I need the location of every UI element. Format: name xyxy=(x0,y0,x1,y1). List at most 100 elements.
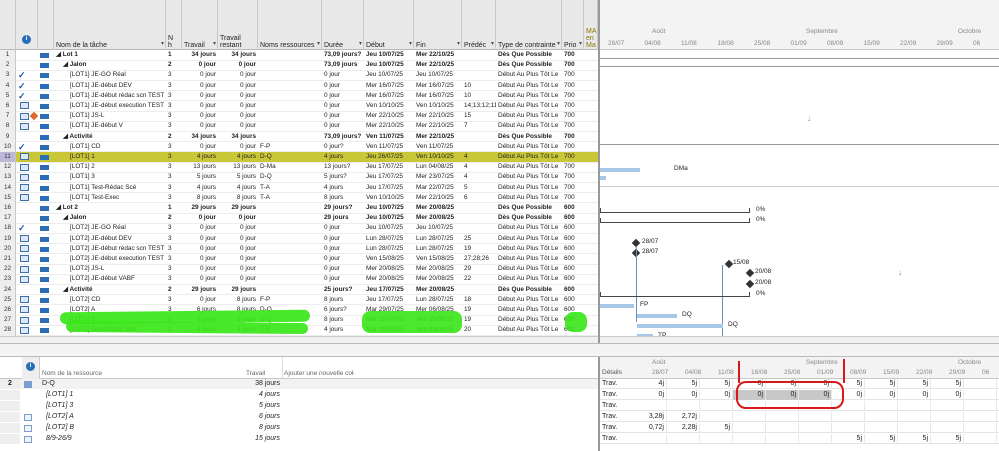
task-cell-work[interactable]: 0 jour xyxy=(182,81,218,92)
task-cell-n[interactable]: 2 xyxy=(166,213,182,224)
task-cell-fin[interactable]: Ven 10/10/25 xyxy=(414,152,462,163)
task-cell-id[interactable]: 16 xyxy=(0,203,16,214)
task-cell-cons[interactable]: Début Au Plus Tôt Le xyxy=(496,91,562,102)
task-cell-fin[interactable]: Mer 16/07/25 xyxy=(414,81,462,92)
task-cell-dur[interactable]: 0 jour xyxy=(322,101,364,112)
task-cell-res[interactable] xyxy=(258,101,322,112)
task-cell-n[interactable]: 3 xyxy=(166,111,182,122)
task-cell-cons[interactable]: Début Au Plus Tôt Le xyxy=(496,162,562,173)
task-row[interactable]: 11 [LOT1] 134 jours 4 jours D-Q 4 jours Jeu 2… xyxy=(0,152,598,163)
column-header-priority[interactable]: Prio ▾ xyxy=(562,0,584,50)
task-cell-res[interactable]: T-A xyxy=(258,193,322,204)
task-cell-cons[interactable]: Début Au Plus Tôt Le xyxy=(496,81,562,92)
usage-cell[interactable]: 5j xyxy=(931,379,964,390)
resource-name[interactable]: [LOT1] 1 xyxy=(46,390,236,400)
task-cell-res[interactable] xyxy=(258,223,322,234)
task-cell-ma[interactable] xyxy=(584,81,598,92)
task-cell-name[interactable]: [LOT1] JE-début execution TEST xyxy=(54,101,166,112)
task-cell-id[interactable]: 11 xyxy=(0,152,16,163)
task-cell-res[interactable] xyxy=(258,91,322,102)
task-cell-cons[interactable]: Dès Que Possible xyxy=(496,60,562,71)
task-cell-work[interactable]: 0 jour xyxy=(182,244,218,255)
task-row[interactable]: 6 [LOT1] JE-début execution TEST 3 0 jour 0 … xyxy=(0,101,598,112)
task-row[interactable]: 7 [LOT1] JS-L 3 0 jour 0 jour 0 jour Mer 22/10… xyxy=(0,111,598,122)
task-cell-rem[interactable]: 5 jours xyxy=(218,172,258,183)
task-row[interactable]: 25 [LOT2] CD 3 0 jour 8 jours F-P 8 jours Jeu 1… xyxy=(0,294,598,306)
task-row[interactable]: 20 [LOT2] JE-début rédac scn TEST 3 0 jour 0… xyxy=(0,243,598,255)
task-cell-fin[interactable]: Mer 20/08/25 xyxy=(414,213,462,224)
task-cell-cons[interactable]: Début Au Plus Tôt Le xyxy=(496,111,562,122)
task-cell-name[interactable]: [LOT1] JE-début rédac scn TEST xyxy=(54,91,166,102)
task-cell-id[interactable]: 26 xyxy=(0,305,16,316)
usage-cell[interactable] xyxy=(931,412,964,423)
task-cell-prio[interactable]: 600 xyxy=(562,203,584,214)
task-cell-n[interactable]: 3 xyxy=(166,81,182,92)
task-cell-name[interactable]: [LOT1] JE-GO Réal xyxy=(54,70,166,81)
task-cell-ma[interactable] xyxy=(584,121,598,132)
task-cell-start[interactable]: Ven 10/10/25 xyxy=(364,101,414,112)
column-header-resources[interactable]: Noms ressources ▾ xyxy=(258,0,322,50)
task-cell-pred[interactable]: 27;28;26 xyxy=(462,254,496,265)
task-cell-start[interactable]: Jeu 17/07/25 xyxy=(364,285,414,296)
task-cell-n[interactable]: 3 xyxy=(166,183,182,194)
task-row[interactable]: 15 [LOT1] Test-Exec 3 8 jours 8 jours T-A 8 jo… xyxy=(0,192,598,204)
task-row[interactable]: 10 ✓ [LOT1] CD 3 0 jour 0 jour F-P 0 jour? Ven 1… xyxy=(0,141,598,153)
task-cell-n[interactable]: 3 xyxy=(166,274,182,285)
task-cell-ma[interactable] xyxy=(584,172,598,183)
task-cell-rem[interactable]: 0 jour xyxy=(218,81,258,92)
task-cell-ma[interactable] xyxy=(584,203,598,214)
task-cell-n[interactable]: 3 xyxy=(166,234,182,245)
resource-work[interactable]: 38 jours xyxy=(236,379,282,389)
usage-cell[interactable] xyxy=(832,423,865,434)
task-cell-ma[interactable] xyxy=(584,142,598,153)
task-cell-name[interactable]: [LOT1] 2 xyxy=(54,162,166,173)
task-cell-id[interactable]: 8 xyxy=(0,121,16,132)
usage-cell[interactable] xyxy=(766,423,799,434)
task-cell-name[interactable]: ◢ Lot 1 xyxy=(54,50,166,61)
task-cell-pred[interactable]: 18 xyxy=(462,295,496,306)
task-cell-prio[interactable]: 700 xyxy=(562,193,584,204)
task-cell-cons[interactable]: Début Au Plus Tôt Le xyxy=(496,101,562,112)
task-cell-cons[interactable]: Début Au Plus Tôt Le xyxy=(496,70,562,81)
task-cell-pred[interactable] xyxy=(462,60,496,71)
usage-cell[interactable]: 0j xyxy=(667,390,700,401)
task-cell-dur[interactable]: 29 jours xyxy=(322,213,364,224)
task-cell-cons[interactable]: Début Au Plus Tôt Le xyxy=(496,254,562,265)
usage-cell[interactable]: 3,28j xyxy=(634,412,667,423)
task-cell-pred[interactable]: 20 xyxy=(462,325,496,336)
task-cell-rem[interactable]: 0 jour xyxy=(218,60,258,71)
task-row[interactable]: 14 [LOT1] Test-Rédac Scé 3 4 jours 4 jours T-… xyxy=(0,182,598,194)
task-cell-name[interactable]: [LOT2] CD xyxy=(54,295,166,306)
task-cell-n[interactable]: 3 xyxy=(166,91,182,102)
column-header-finish[interactable]: Fin ▾ xyxy=(414,0,462,50)
task-cell-work[interactable]: 0 jour xyxy=(182,254,218,265)
task-cell-id[interactable]: 27 xyxy=(0,315,16,326)
resource-row[interactable]: [LOT2] A6 jours xyxy=(0,412,598,423)
task-cell-name[interactable]: [LOT1] CD xyxy=(54,142,166,153)
task-cell-ma[interactable] xyxy=(584,60,598,71)
task-cell-ma[interactable] xyxy=(584,152,598,163)
task-cell-cons[interactable]: Début Au Plus Tôt Le xyxy=(496,234,562,245)
task-cell-start[interactable]: Mer 16/07/25 xyxy=(364,91,414,102)
task-cell-prio[interactable]: 700 xyxy=(562,60,584,71)
task-cell-start[interactable]: Jeu 10/07/25 xyxy=(364,50,414,61)
task-cell-ma[interactable] xyxy=(584,193,598,204)
task-cell-prio[interactable]: 600 xyxy=(562,244,584,255)
task-cell-n[interactable]: 3 xyxy=(166,152,182,163)
usage-cell[interactable] xyxy=(799,412,832,423)
column-header-ma[interactable]: MA en Ma xyxy=(584,0,598,50)
task-cell-id[interactable]: 5 xyxy=(0,90,16,102)
add-column-header[interactable]: Ajouter une nouvelle colonne xyxy=(284,369,354,379)
task-cell-start[interactable]: Mer 20/08/25 xyxy=(364,274,414,285)
task-cell-rem[interactable]: 0 jour xyxy=(218,244,258,255)
usage-cell[interactable]: 5j xyxy=(700,423,733,434)
task-cell-work[interactable]: 0 jour xyxy=(182,60,218,71)
task-cell-work[interactable]: 4 jours xyxy=(182,152,218,163)
usage-cell[interactable] xyxy=(898,423,931,434)
usage-cell[interactable] xyxy=(832,412,865,423)
task-cell-rem[interactable]: 34 jours xyxy=(218,132,258,143)
task-cell-work[interactable]: 0 jour xyxy=(182,121,218,132)
task-cell-id[interactable]: 14 xyxy=(0,182,16,194)
task-cell-cons[interactable]: Dès Que Possible xyxy=(496,213,562,224)
task-cell-ma[interactable] xyxy=(584,244,598,255)
